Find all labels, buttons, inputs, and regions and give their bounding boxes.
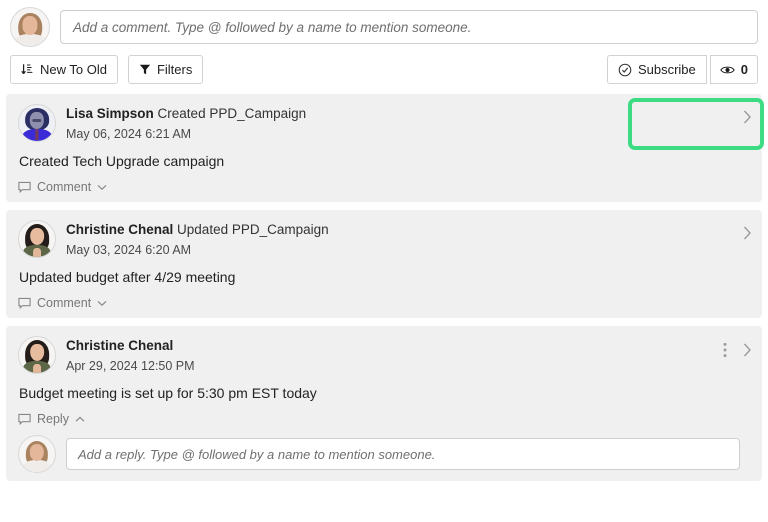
- comment-action-label: Comment: [37, 296, 92, 310]
- activity-entry-controls: [743, 110, 752, 124]
- activity-action: Created PPD_Campaign: [157, 106, 307, 121]
- chevron-up-icon[interactable]: [75, 416, 85, 423]
- activity-timestamp: May 06, 2024 6:21 AM: [66, 127, 192, 141]
- activity-timestamp: May 03, 2024 6:20 AM: [66, 243, 192, 257]
- avatar: [10, 7, 50, 47]
- expand-detail-chevron-right-icon[interactable]: [743, 110, 752, 124]
- sort-descending-icon: [21, 63, 34, 76]
- comment-bubble-icon: [18, 181, 31, 194]
- activity-entry: Christine Chenal Updated PPD_Campaign Ma…: [6, 210, 762, 318]
- subscribe-button-label: Subscribe: [637, 62, 696, 77]
- activity-entry-title: Christine Chenal Updated PPD_Campaign: [66, 221, 329, 239]
- sort-button[interactable]: New To Old: [10, 55, 118, 84]
- filters-button-label: Filters: [156, 62, 193, 77]
- activity-entry-title: Lisa Simpson Created PPD_Campaign: [66, 105, 306, 123]
- views-count-label: 0: [740, 62, 748, 77]
- activity-entry-body: Budget meeting is set up for 5:30 pm EST…: [19, 385, 317, 401]
- expand-detail-chevron-right-icon[interactable]: [743, 343, 752, 357]
- check-circle-icon: [618, 63, 632, 77]
- chevron-down-icon[interactable]: [97, 184, 107, 191]
- views-count-button[interactable]: 0: [709, 55, 758, 84]
- activity-entry-header: Lisa Simpson Created PPD_Campaign May 06…: [18, 104, 750, 143]
- avatar: [18, 336, 56, 374]
- sort-button-label: New To Old: [40, 62, 107, 77]
- comment-bubble-icon: [18, 413, 31, 426]
- reply-input-placeholder: Add a reply. Type @ followed by a name t…: [78, 446, 436, 462]
- more-options-kebab-icon[interactable]: [723, 342, 727, 358]
- expand-detail-chevron-right-icon[interactable]: [743, 226, 752, 240]
- reply-action[interactable]: Reply: [18, 412, 85, 426]
- activity-entry-controls: [723, 342, 752, 358]
- comment-input[interactable]: Add a comment. Type @ followed by a name…: [60, 10, 758, 44]
- avatar: [18, 435, 56, 473]
- activity-entry-meta: Christine Chenal Updated PPD_Campaign Ma…: [66, 220, 329, 259]
- activity-author: Christine Chenal: [66, 222, 174, 237]
- activity-timestamp: Apr 29, 2024 12:50 PM: [66, 359, 195, 373]
- activity-toolbar: New To Old Filters Subscribe 0: [0, 53, 768, 150]
- activity-action: Updated PPD_Campaign: [177, 222, 329, 237]
- toolbar-right-group: Subscribe 0: [606, 55, 758, 84]
- subscribe-button[interactable]: Subscribe: [606, 55, 707, 84]
- avatar: [18, 220, 56, 258]
- activity-author: Christine Chenal: [66, 338, 174, 353]
- comment-action[interactable]: Comment: [18, 180, 107, 194]
- comment-action-label: Comment: [37, 180, 92, 194]
- activity-entry: Christine Chenal Apr 29, 2024 12:50 PM B…: [6, 326, 762, 481]
- activity-author: Lisa Simpson: [66, 106, 154, 121]
- comment-composer: Add a comment. Type @ followed by a name…: [0, 0, 768, 53]
- activity-entry-meta: Lisa Simpson Created PPD_Campaign May 06…: [66, 104, 306, 143]
- comment-bubble-icon: [18, 297, 31, 310]
- comment-input-placeholder: Add a comment. Type @ followed by a name…: [73, 19, 472, 35]
- reply-input[interactable]: Add a reply. Type @ followed by a name t…: [66, 438, 740, 470]
- filters-button[interactable]: Filters: [127, 55, 204, 84]
- funnel-icon: [139, 63, 151, 76]
- activity-entry: Lisa Simpson Created PPD_Campaign May 06…: [6, 94, 762, 202]
- reply-composer: Add a reply. Type @ followed by a name t…: [18, 435, 750, 473]
- activity-feed: Lisa Simpson Created PPD_Campaign May 06…: [0, 94, 768, 481]
- eye-icon: [720, 64, 735, 76]
- activity-entry-meta: Christine Chenal Apr 29, 2024 12:50 PM: [66, 336, 195, 375]
- activity-entry-header: Christine Chenal Updated PPD_Campaign Ma…: [18, 220, 750, 259]
- activity-entry-body: Created Tech Upgrade campaign: [19, 153, 225, 169]
- activity-entry-controls: [743, 226, 752, 240]
- activity-entry-header: Christine Chenal Apr 29, 2024 12:50 PM: [18, 336, 750, 375]
- comment-action[interactable]: Comment: [18, 296, 107, 310]
- chevron-down-icon[interactable]: [97, 300, 107, 307]
- avatar: [18, 104, 56, 142]
- reply-action-label: Reply: [37, 412, 69, 426]
- activity-entry-title: Christine Chenal: [66, 337, 195, 355]
- activity-entry-body: Updated budget after 4/29 meeting: [19, 269, 236, 285]
